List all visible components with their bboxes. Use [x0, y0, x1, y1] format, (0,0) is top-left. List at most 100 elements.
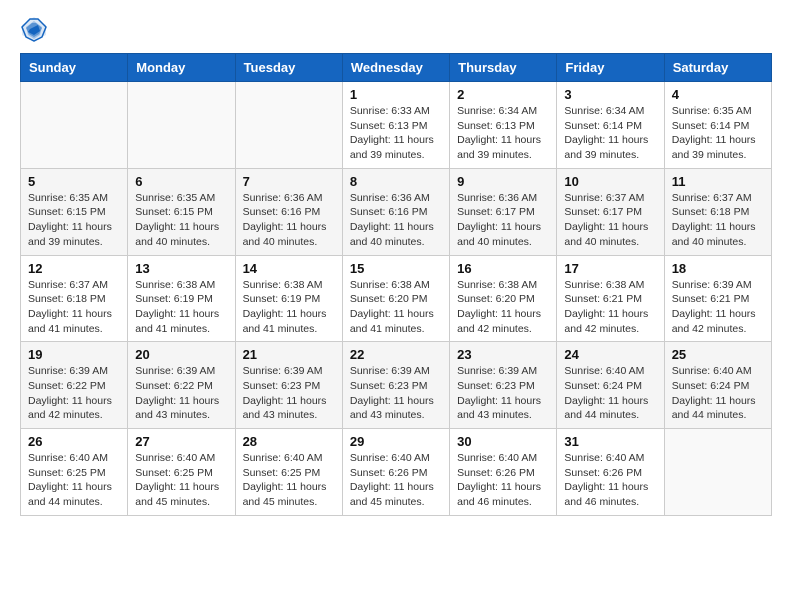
calendar-cell: 21 Sunrise: 6:39 AMSunset: 6:23 PMDayligh… — [235, 342, 342, 429]
day-info: Sunrise: 6:34 AMSunset: 6:14 PMDaylight:… — [564, 104, 656, 163]
day-number: 27 — [135, 434, 227, 449]
day-number: 29 — [350, 434, 442, 449]
day-info: Sunrise: 6:33 AMSunset: 6:13 PMDaylight:… — [350, 104, 442, 163]
day-number: 10 — [564, 174, 656, 189]
day-number: 8 — [350, 174, 442, 189]
logo-area — [20, 15, 50, 43]
calendar-cell: 28Sunrise: 6:40 AMSunset: 6:25 PMDayligh… — [235, 429, 342, 516]
calendar-cell: 31 Sunrise: 6:40 AMSunset: 6:26 PMDayligh… — [557, 429, 664, 516]
day-number: 9 — [457, 174, 549, 189]
calendar: SundayMondayTuesdayWednesdayThursdayFrid… — [20, 53, 772, 516]
week-row-3: 12 Sunrise: 6:37 AMSunset: 6:18 PMDayligh… — [21, 255, 772, 342]
day-info: Sunrise: 6:40 AMSunset: 6:24 PMDaylight:… — [564, 364, 656, 423]
weekday-header-tuesday: Tuesday — [235, 54, 342, 82]
calendar-cell — [21, 82, 128, 169]
calendar-cell: 20 Sunrise: 6:39 AMSunset: 6:22 PMDayligh… — [128, 342, 235, 429]
day-number: 6 — [135, 174, 227, 189]
day-number: 14 — [243, 261, 335, 276]
day-number: 16 — [457, 261, 549, 276]
weekday-header-wednesday: Wednesday — [342, 54, 449, 82]
calendar-cell: 3 Sunrise: 6:34 AMSunset: 6:14 PMDaylight… — [557, 82, 664, 169]
day-number: 2 — [457, 87, 549, 102]
calendar-cell: 17Sunrise: 6:38 AMSunset: 6:21 PMDayligh… — [557, 255, 664, 342]
day-info: Sunrise: 6:38 AMSunset: 6:19 PMDaylight:… — [243, 278, 335, 337]
calendar-cell: 7 Sunrise: 6:36 AMSunset: 6:16 PMDaylight… — [235, 168, 342, 255]
calendar-cell: 22Sunrise: 6:39 AMSunset: 6:23 PMDayligh… — [342, 342, 449, 429]
calendar-cell: 24 Sunrise: 6:40 AMSunset: 6:24 PMDayligh… — [557, 342, 664, 429]
week-row-2: 5 Sunrise: 6:35 AMSunset: 6:15 PMDaylight… — [21, 168, 772, 255]
calendar-cell: 9Sunrise: 6:36 AMSunset: 6:17 PMDaylight… — [450, 168, 557, 255]
day-info: Sunrise: 6:40 AMSunset: 6:25 PMDaylight:… — [135, 451, 227, 510]
calendar-cell: 4Sunrise: 6:35 AMSunset: 6:14 PMDaylight… — [664, 82, 771, 169]
calendar-cell: 27 Sunrise: 6:40 AMSunset: 6:25 PMDayligh… — [128, 429, 235, 516]
week-row-4: 19Sunrise: 6:39 AMSunset: 6:22 PMDayligh… — [21, 342, 772, 429]
calendar-cell — [128, 82, 235, 169]
day-info: Sunrise: 6:39 AMSunset: 6:22 PMDaylight:… — [135, 364, 227, 423]
day-number: 30 — [457, 434, 549, 449]
day-number: 3 — [564, 87, 656, 102]
day-number: 11 — [672, 174, 764, 189]
header — [20, 15, 772, 43]
logo-icon — [20, 15, 48, 43]
day-info: Sunrise: 6:39 AMSunset: 6:23 PMDaylight:… — [243, 364, 335, 423]
day-info: Sunrise: 6:37 AMSunset: 6:17 PMDaylight:… — [564, 191, 656, 250]
day-info: Sunrise: 6:40 AMSunset: 6:26 PMDaylight:… — [457, 451, 549, 510]
calendar-cell: 11 Sunrise: 6:37 AMSunset: 6:18 PMDayligh… — [664, 168, 771, 255]
day-number: 18 — [672, 261, 764, 276]
day-info: Sunrise: 6:37 AMSunset: 6:18 PMDaylight:… — [672, 191, 764, 250]
calendar-cell: 10 Sunrise: 6:37 AMSunset: 6:17 PMDayligh… — [557, 168, 664, 255]
day-number: 21 — [243, 347, 335, 362]
day-info: Sunrise: 6:38 AMSunset: 6:21 PMDaylight:… — [564, 278, 656, 337]
day-number: 25 — [672, 347, 764, 362]
calendar-cell: 18 Sunrise: 6:39 AMSunset: 6:21 PMDayligh… — [664, 255, 771, 342]
day-number: 13 — [135, 261, 227, 276]
calendar-cell — [235, 82, 342, 169]
day-number: 7 — [243, 174, 335, 189]
day-info: Sunrise: 6:35 AMSunset: 6:15 PMDaylight:… — [28, 191, 120, 250]
day-info: Sunrise: 6:38 AMSunset: 6:20 PMDaylight:… — [350, 278, 442, 337]
page: SundayMondayTuesdayWednesdayThursdayFrid… — [0, 0, 792, 612]
day-number: 31 — [564, 434, 656, 449]
day-info: Sunrise: 6:36 AMSunset: 6:16 PMDaylight:… — [243, 191, 335, 250]
calendar-cell: 15 Sunrise: 6:38 AMSunset: 6:20 PMDayligh… — [342, 255, 449, 342]
day-info: Sunrise: 6:39 AMSunset: 6:23 PMDaylight:… — [350, 364, 442, 423]
weekday-header-row: SundayMondayTuesdayWednesdayThursdayFrid… — [21, 54, 772, 82]
day-info: Sunrise: 6:37 AMSunset: 6:18 PMDaylight:… — [28, 278, 120, 337]
day-info: Sunrise: 6:34 AMSunset: 6:13 PMDaylight:… — [457, 104, 549, 163]
calendar-cell: 13 Sunrise: 6:38 AMSunset: 6:19 PMDayligh… — [128, 255, 235, 342]
weekday-header-saturday: Saturday — [664, 54, 771, 82]
day-info: Sunrise: 6:40 AMSunset: 6:26 PMDaylight:… — [564, 451, 656, 510]
calendar-cell: 5 Sunrise: 6:35 AMSunset: 6:15 PMDaylight… — [21, 168, 128, 255]
calendar-cell: 26 Sunrise: 6:40 AMSunset: 6:25 PMDayligh… — [21, 429, 128, 516]
day-info: Sunrise: 6:39 AMSunset: 6:21 PMDaylight:… — [672, 278, 764, 337]
day-info: Sunrise: 6:40 AMSunset: 6:25 PMDaylight:… — [28, 451, 120, 510]
day-info: Sunrise: 6:40 AMSunset: 6:24 PMDaylight:… — [672, 364, 764, 423]
day-info: Sunrise: 6:36 AMSunset: 6:16 PMDaylight:… — [350, 191, 442, 250]
day-number: 15 — [350, 261, 442, 276]
day-info: Sunrise: 6:39 AMSunset: 6:22 PMDaylight:… — [28, 364, 120, 423]
weekday-header-friday: Friday — [557, 54, 664, 82]
day-number: 24 — [564, 347, 656, 362]
calendar-cell: 19Sunrise: 6:39 AMSunset: 6:22 PMDayligh… — [21, 342, 128, 429]
calendar-cell: 14 Sunrise: 6:38 AMSunset: 6:19 PMDayligh… — [235, 255, 342, 342]
day-info: Sunrise: 6:40 AMSunset: 6:26 PMDaylight:… — [350, 451, 442, 510]
day-number: 26 — [28, 434, 120, 449]
calendar-cell: 12 Sunrise: 6:37 AMSunset: 6:18 PMDayligh… — [21, 255, 128, 342]
weekday-header-thursday: Thursday — [450, 54, 557, 82]
calendar-cell: 16Sunrise: 6:38 AMSunset: 6:20 PMDayligh… — [450, 255, 557, 342]
day-number: 23 — [457, 347, 549, 362]
calendar-cell: 8 Sunrise: 6:36 AMSunset: 6:16 PMDaylight… — [342, 168, 449, 255]
day-info: Sunrise: 6:38 AMSunset: 6:19 PMDaylight:… — [135, 278, 227, 337]
day-number: 4 — [672, 87, 764, 102]
calendar-cell: 2 Sunrise: 6:34 AMSunset: 6:13 PMDaylight… — [450, 82, 557, 169]
calendar-cell: 23Sunrise: 6:39 AMSunset: 6:23 PMDayligh… — [450, 342, 557, 429]
calendar-cell — [664, 429, 771, 516]
day-number: 5 — [28, 174, 120, 189]
week-row-1: 1 Sunrise: 6:33 AMSunset: 6:13 PMDaylight… — [21, 82, 772, 169]
day-info: Sunrise: 6:40 AMSunset: 6:25 PMDaylight:… — [243, 451, 335, 510]
calendar-cell: 30 Sunrise: 6:40 AMSunset: 6:26 PMDayligh… — [450, 429, 557, 516]
day-number: 12 — [28, 261, 120, 276]
calendar-cell: 25 Sunrise: 6:40 AMSunset: 6:24 PMDayligh… — [664, 342, 771, 429]
day-number: 1 — [350, 87, 442, 102]
day-number: 20 — [135, 347, 227, 362]
